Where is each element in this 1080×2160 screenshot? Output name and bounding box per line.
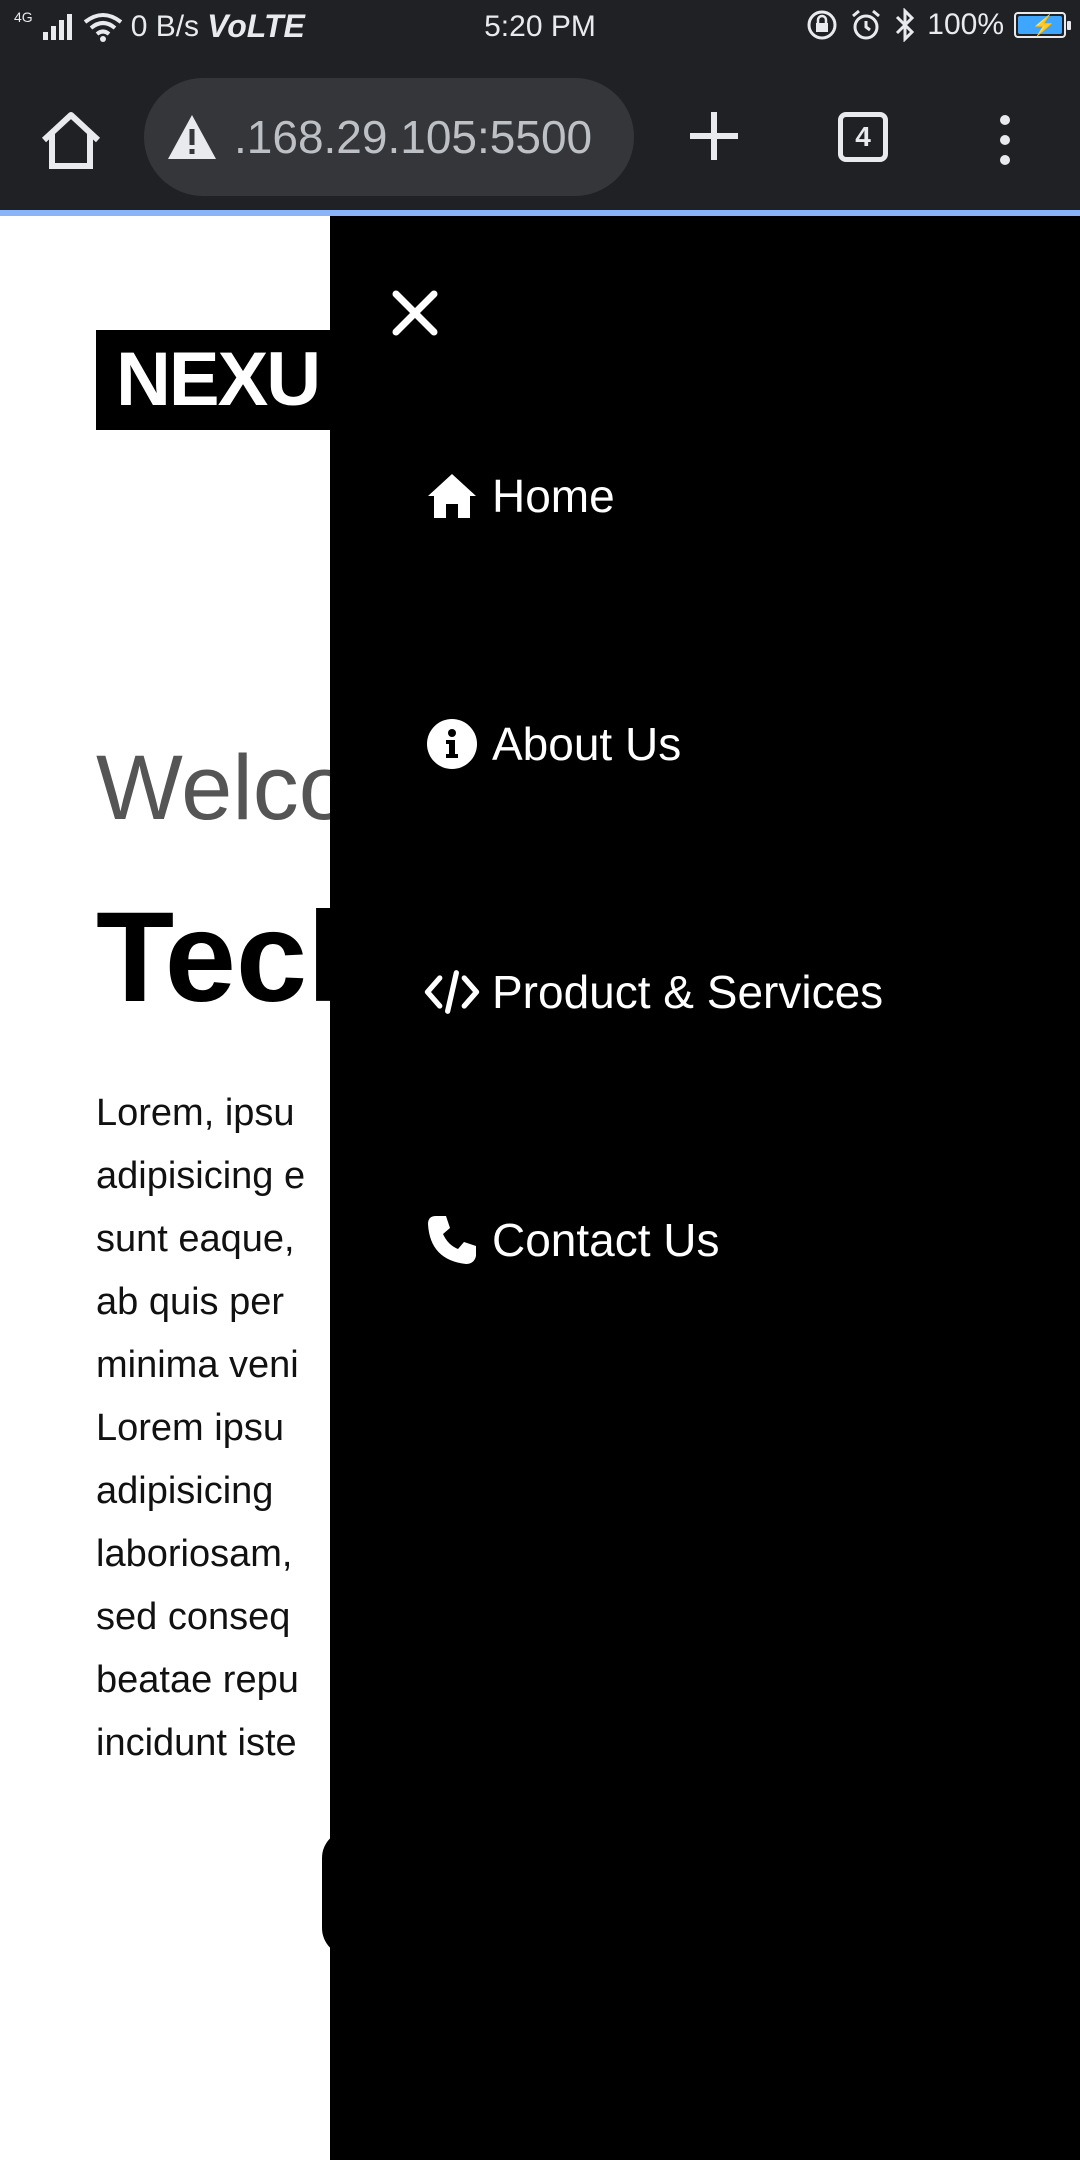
nav-item-contact[interactable]: Contact Us: [424, 1212, 720, 1268]
plus-icon[interactable]: [684, 106, 744, 166]
nav-label: About Us: [492, 718, 682, 770]
status-right: 100% ⚡: [805, 8, 1071, 42]
nav-label: Home: [492, 470, 615, 522]
nav-label: Contact Us: [492, 1214, 720, 1266]
close-icon[interactable]: [390, 288, 440, 338]
welcome-heading: Welco: [96, 737, 350, 839]
more-vert-icon[interactable]: [990, 110, 1020, 170]
warning-icon[interactable]: [166, 111, 218, 163]
info-icon: [427, 719, 477, 769]
phone-icon: [428, 1216, 476, 1264]
side-menu: Home About Us Product & Services Contact…: [330, 216, 1080, 2160]
home-icon[interactable]: [36, 106, 106, 176]
browser-toolbar: .168.29.105:5500 4: [0, 56, 1080, 216]
nav-item-products[interactable]: Product & Services: [424, 964, 883, 1020]
nav-label: Product & Services: [492, 966, 884, 1018]
battery-percent: 100%: [927, 8, 1004, 41]
home-icon: [428, 474, 476, 518]
site-logo[interactable]: NEXU: [96, 330, 346, 430]
alarm-icon: [852, 9, 881, 40]
code-icon: [424, 970, 480, 1014]
bluetooth-icon: [896, 8, 915, 42]
battery-charging-icon: ⚡: [1014, 12, 1071, 38]
nav-item-home[interactable]: Home: [424, 468, 615, 524]
nav-item-about[interactable]: About Us: [424, 716, 681, 772]
address-bar[interactable]: .168.29.105:5500: [144, 78, 634, 196]
status-bar: 4G 0 B/s VoLTE 5:20 PM 100% ⚡: [0, 0, 1080, 56]
lock-rotation-icon: [807, 10, 837, 40]
url-text[interactable]: .168.29.105:5500: [234, 110, 592, 164]
tabs-icon[interactable]: 4: [838, 112, 888, 162]
